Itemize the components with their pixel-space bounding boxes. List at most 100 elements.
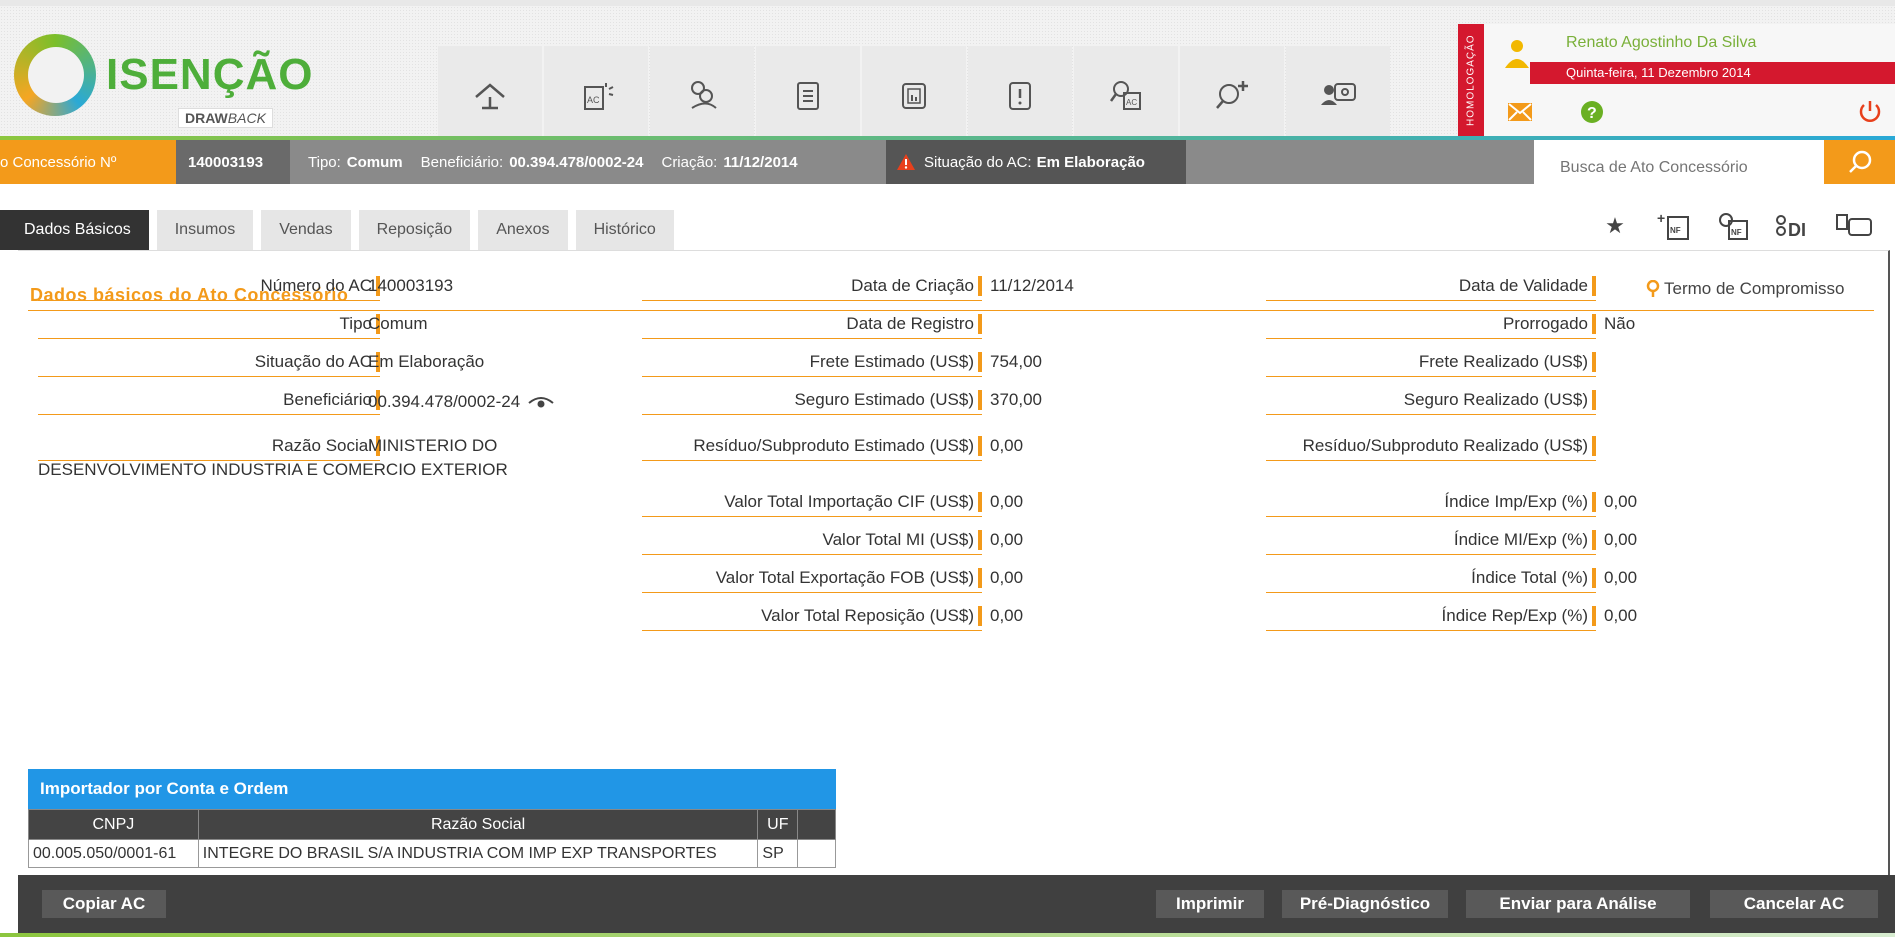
tab-reposicao[interactable]: Reposição: [358, 210, 471, 250]
numero-ac-label: Número do AC: [38, 271, 380, 301]
tab-insumos[interactable]: Insumos: [156, 210, 254, 250]
search-ac-icon: AC: [1109, 80, 1141, 110]
prorrogado-marker: [1592, 314, 1596, 334]
field-indice-imp-exp: Índice Imp/Exp (%): [1266, 487, 1596, 517]
tab-vendas[interactable]: Vendas: [261, 210, 351, 250]
col-razao-social[interactable]: Razão Social: [197, 809, 759, 840]
field-prorrogado: Prorrogado: [1266, 309, 1596, 339]
copy-documents-button[interactable]: [1832, 208, 1878, 244]
copiar-ac-button[interactable]: Copiar AC: [42, 890, 166, 918]
nav-home-button[interactable]: [438, 46, 542, 143]
logo[interactable]: ISENÇÃO DRAWBACK: [14, 32, 312, 132]
tab-anexos[interactable]: Anexos: [478, 210, 568, 250]
favorite-button[interactable]: ★: [1592, 208, 1638, 244]
indice-rep-exp-label: Índice Rep/Exp (%): [1266, 601, 1596, 631]
eye-icon: [528, 396, 554, 408]
tab-historico[interactable]: Histórico: [575, 210, 674, 250]
logout-button[interactable]: [1856, 98, 1884, 126]
seguro-estimado-label: Seguro Estimado (US$): [642, 385, 982, 415]
valor-importacao-value: 0,00: [990, 492, 1024, 511]
data-registro-marker: [978, 314, 982, 334]
bottom-stripe: [0, 933, 1895, 937]
nav-reports-button[interactable]: [862, 46, 966, 143]
search-nf-icon: NF: [1719, 213, 1748, 240]
beneficiario-label: Beneficiário:: [420, 153, 504, 171]
situacao-value: Em Elaboração: [1036, 153, 1145, 171]
field-valor-reposicao: Valor Total Reposição (US$): [642, 601, 982, 631]
col-empty: [797, 809, 836, 840]
search-input[interactable]: [1534, 140, 1824, 184]
users-icon: [691, 80, 717, 109]
indice-mi-exp-label: Índice MI/Exp (%): [1266, 525, 1596, 555]
field-indice-rep-exp: Índice Rep/Exp (%): [1266, 601, 1596, 631]
importador-panel: Importador por Conta e Ordem CNPJ Razão …: [28, 769, 836, 868]
field-indice-mi-exp: Índice MI/Exp (%): [1266, 525, 1596, 555]
warning-icon: [897, 154, 915, 170]
col-cnpj[interactable]: CNPJ: [28, 809, 199, 840]
residuo-realizado-marker: [1592, 436, 1596, 456]
numero-ac-value: 140003193: [368, 276, 454, 295]
home-icon: [475, 82, 505, 109]
search-button[interactable]: [1824, 140, 1895, 184]
cell-empty: [797, 839, 836, 868]
criacao-value: 11/12/2014: [723, 153, 798, 171]
mail-button[interactable]: [1506, 98, 1534, 126]
valor-exportacao-label: Valor Total Exportação FOB (US$): [642, 563, 982, 593]
termo-compromisso-link[interactable]: Termo de Compromisso: [1646, 279, 1844, 299]
user-actions: ?: [1484, 94, 1895, 130]
search-di-button[interactable]: DI: [1772, 208, 1818, 244]
nav-clipboard-button[interactable]: [756, 46, 860, 143]
nav-search-ac-button[interactable]: AC: [1074, 46, 1178, 143]
indice-total-value: 0,00: [1604, 568, 1638, 587]
prorrogado-label: Prorrogado: [1266, 309, 1596, 339]
nav-alerts-button[interactable]: [968, 46, 1072, 143]
col-uf[interactable]: UF: [757, 809, 799, 840]
data-criacao-marker: [978, 276, 982, 296]
help-button[interactable]: ?: [1578, 98, 1606, 126]
data-criacao-label: Data de Criação: [642, 271, 982, 301]
pre-diagnostico-button[interactable]: Pré-Diagnóstico: [1282, 890, 1448, 918]
add-nf-button[interactable]: + NF: [1652, 208, 1698, 244]
field-residuo-realizado: Resíduo/Subproduto Realizado (US$): [1266, 431, 1596, 461]
seguro-estimado-marker: [978, 390, 982, 410]
seguro-realizado-label: Seguro Realizado (US$): [1266, 385, 1596, 415]
imprimir-button[interactable]: Imprimir: [1156, 890, 1264, 918]
valor-mi-label: Valor Total MI (US$): [642, 525, 982, 555]
indice-mi-exp-marker: [1592, 530, 1596, 550]
valor-reposicao-label: Valor Total Reposição (US$): [642, 601, 982, 631]
view-beneficiario-button[interactable]: [520, 392, 554, 411]
ac-number: 140003193: [176, 140, 290, 184]
nav-new-ac-button[interactable]: AC: [544, 46, 648, 143]
field-seguro-realizado: Seguro Realizado (US$): [1266, 385, 1596, 415]
data-criacao-value: 11/12/2014: [990, 276, 1074, 295]
search-di-icon: DI: [1776, 215, 1806, 240]
search-plus-icon: [1216, 80, 1248, 109]
field-data-criacao: Data de Criação: [642, 271, 982, 301]
field-valor-importacao: Valor Total Importação CIF (US$): [642, 487, 982, 517]
tab-dados-basicos[interactable]: Dados Básicos: [0, 210, 149, 262]
nav-search-plus-button[interactable]: [1180, 46, 1284, 143]
residuo-estimado-marker: [978, 436, 982, 456]
data-validade-marker: [1592, 276, 1596, 296]
content-panel: Dados básicos do Ato Concessório Termo d…: [18, 250, 1890, 875]
toolbar: ★ + NF NF DI: [1592, 208, 1892, 244]
ac-label: o Concessório Nº: [0, 140, 176, 184]
user-avatar-icon: [1505, 40, 1529, 68]
nav-users-button[interactable]: [650, 46, 754, 143]
user-name[interactable]: Renato Agostinho Da Silva: [1566, 34, 1756, 52]
indice-mi-exp-value: 0,00: [1604, 530, 1638, 549]
valor-mi-value: 0,00: [990, 530, 1024, 549]
indice-rep-exp-marker: [1592, 606, 1596, 626]
field-beneficiario: Beneficiário: [38, 385, 380, 415]
field-situacao: Situação do AC: [38, 347, 380, 377]
razao-social-value: MINISTERIO DO: [368, 436, 498, 455]
search-nf-button[interactable]: NF: [1712, 208, 1758, 244]
document-chart-icon: [902, 82, 926, 109]
nav-user-settings-button[interactable]: [1286, 46, 1390, 143]
cancelar-ac-button[interactable]: Cancelar AC: [1710, 890, 1878, 918]
field-seguro-estimado: Seguro Estimado (US$): [642, 385, 982, 415]
field-data-validade: Data de Validade: [1266, 271, 1596, 301]
table-row[interactable]: 00.005.050/0001-61 INTEGRE DO BRASIL S/A…: [28, 839, 836, 868]
enviar-analise-button[interactable]: Enviar para Análise: [1466, 890, 1690, 918]
tipo-label: Tipo:: [308, 153, 341, 171]
